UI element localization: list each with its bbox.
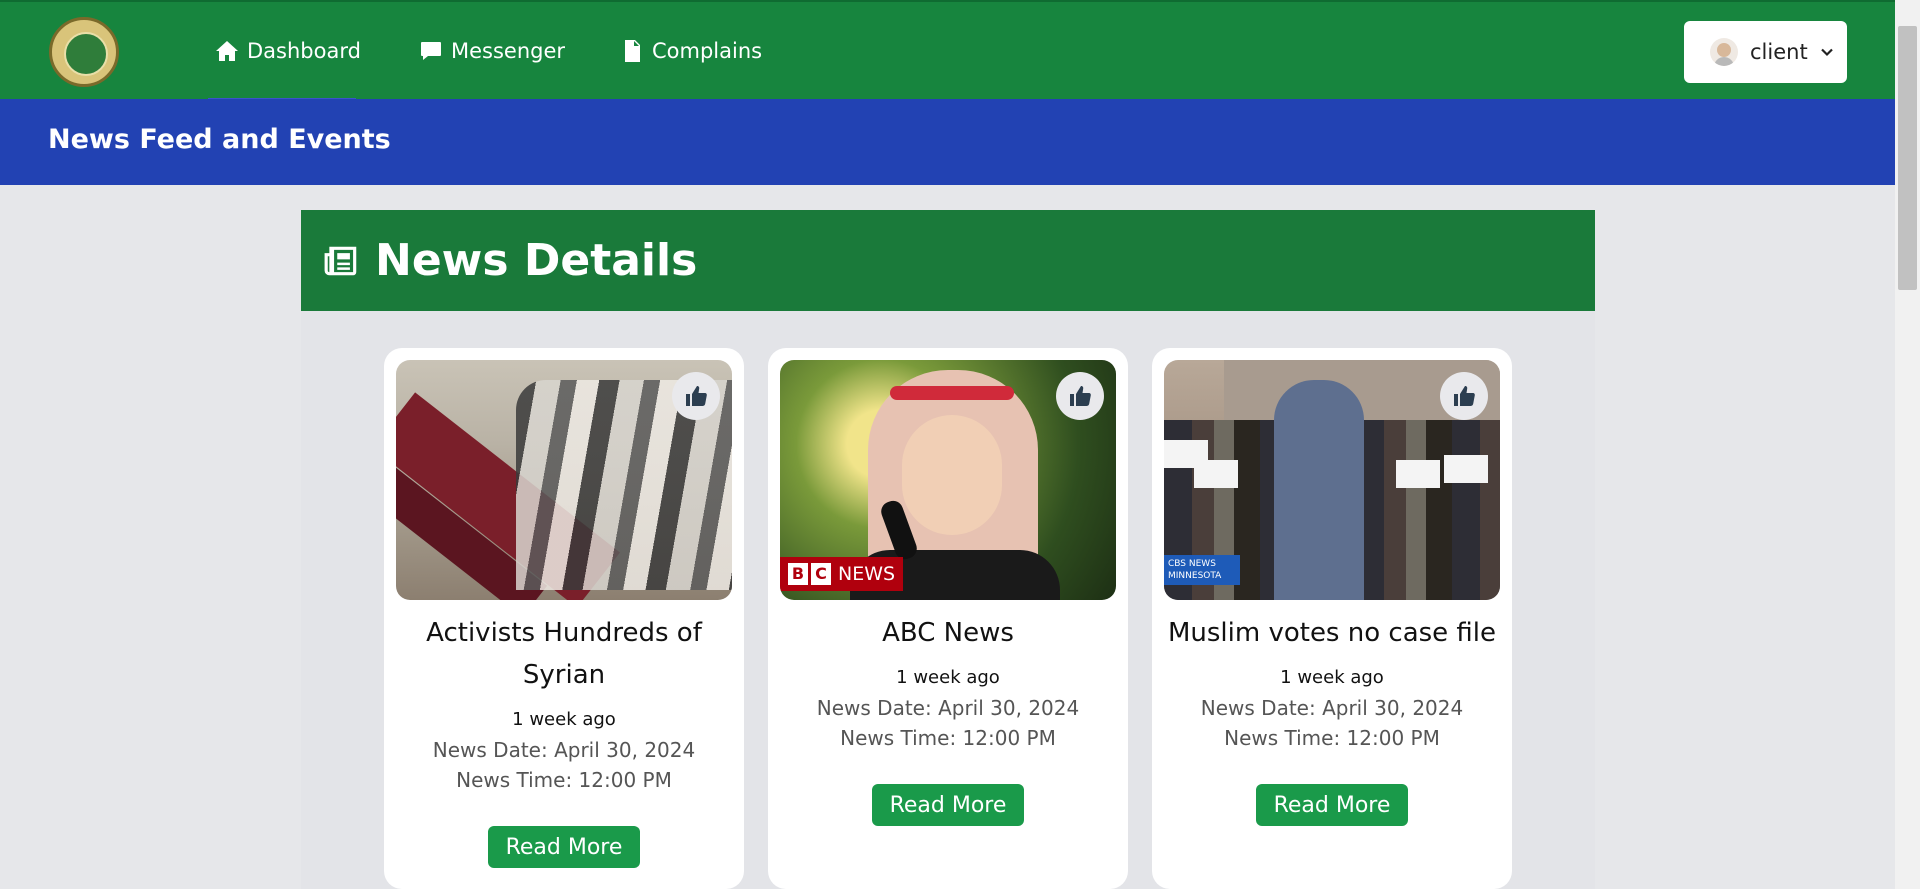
municipality-logo[interactable]	[49, 17, 119, 87]
news-age: 1 week ago	[1280, 667, 1384, 688]
home-icon	[216, 41, 238, 61]
news-panel-header: News Details	[301, 210, 1595, 311]
news-date: News Date: April 30, 2024	[1200, 696, 1464, 720]
news-date: News Date: April 30, 2024	[432, 738, 696, 762]
nav-dashboard[interactable]: Dashboard	[215, 36, 361, 66]
news-card: CBS NEWS MINNESOTA Muslim votes no case f…	[1152, 348, 1512, 889]
news-card: Activists Hundreds of Syrian 1 week ago …	[384, 348, 744, 889]
thumbs-up-icon	[686, 386, 707, 406]
nav-complains-label: Complains	[652, 39, 763, 63]
news-title: ABC News	[882, 618, 1014, 648]
news-time: News Time: 12:00 PM	[840, 726, 1056, 750]
nav-complains[interactable]: Complains	[620, 36, 762, 66]
news-title: Activists Hundreds of Syrian	[426, 618, 702, 690]
like-button[interactable]	[1440, 372, 1488, 420]
news-image[interactable]: B C NEWS	[780, 360, 1116, 600]
news-time: News Time: 12:00 PM	[1224, 726, 1440, 750]
news-image[interactable]: CBS NEWS MINNESOTA	[1164, 360, 1500, 600]
top-navbar: Dashboard Messenger Complains client	[0, 0, 1895, 101]
news-time: News Time: 12:00 PM	[456, 768, 672, 792]
user-avatar	[1710, 38, 1738, 66]
user-menu-button[interactable]: client	[1684, 21, 1847, 83]
like-button[interactable]	[1056, 372, 1104, 420]
scrollbar-thumb[interactable]	[1898, 26, 1917, 290]
news-title: Muslim votes no case file	[1167, 618, 1497, 648]
nav-messenger-label: Messenger	[451, 39, 566, 63]
news-card: B C NEWS ABC News 1 week ago News Date: Ap…	[768, 348, 1128, 889]
read-more-button[interactable]: Read More	[1256, 784, 1408, 826]
news-image[interactable]	[396, 360, 732, 600]
read-more-button[interactable]: Read More	[488, 826, 640, 868]
chevron-down-icon	[1820, 48, 1833, 57]
newspaper-icon	[324, 246, 357, 275]
cbs-news-logo: CBS NEWS MINNESOTA	[1164, 555, 1240, 585]
news-age: 1 week ago	[896, 667, 1000, 688]
like-button[interactable]	[672, 372, 720, 420]
nav-dashboard-label: Dashboard	[247, 39, 361, 63]
bbc-news-logo: B C NEWS	[780, 557, 904, 591]
news-panel-title: News Details	[375, 235, 698, 286]
thumbs-up-icon	[1454, 386, 1475, 406]
user-name: client	[1750, 40, 1808, 64]
read-more-button[interactable]: Read More	[872, 784, 1024, 826]
page-title: News Feed and Events	[48, 124, 391, 155]
thumbs-up-icon	[1070, 386, 1091, 406]
page-banner: News Feed and Events	[0, 99, 1895, 185]
document-icon	[625, 40, 640, 62]
news-date: News Date: April 30, 2024	[816, 696, 1080, 720]
nav-messenger[interactable]: Messenger	[419, 36, 565, 66]
news-age: 1 week ago	[512, 709, 616, 730]
chat-icon	[421, 42, 441, 60]
